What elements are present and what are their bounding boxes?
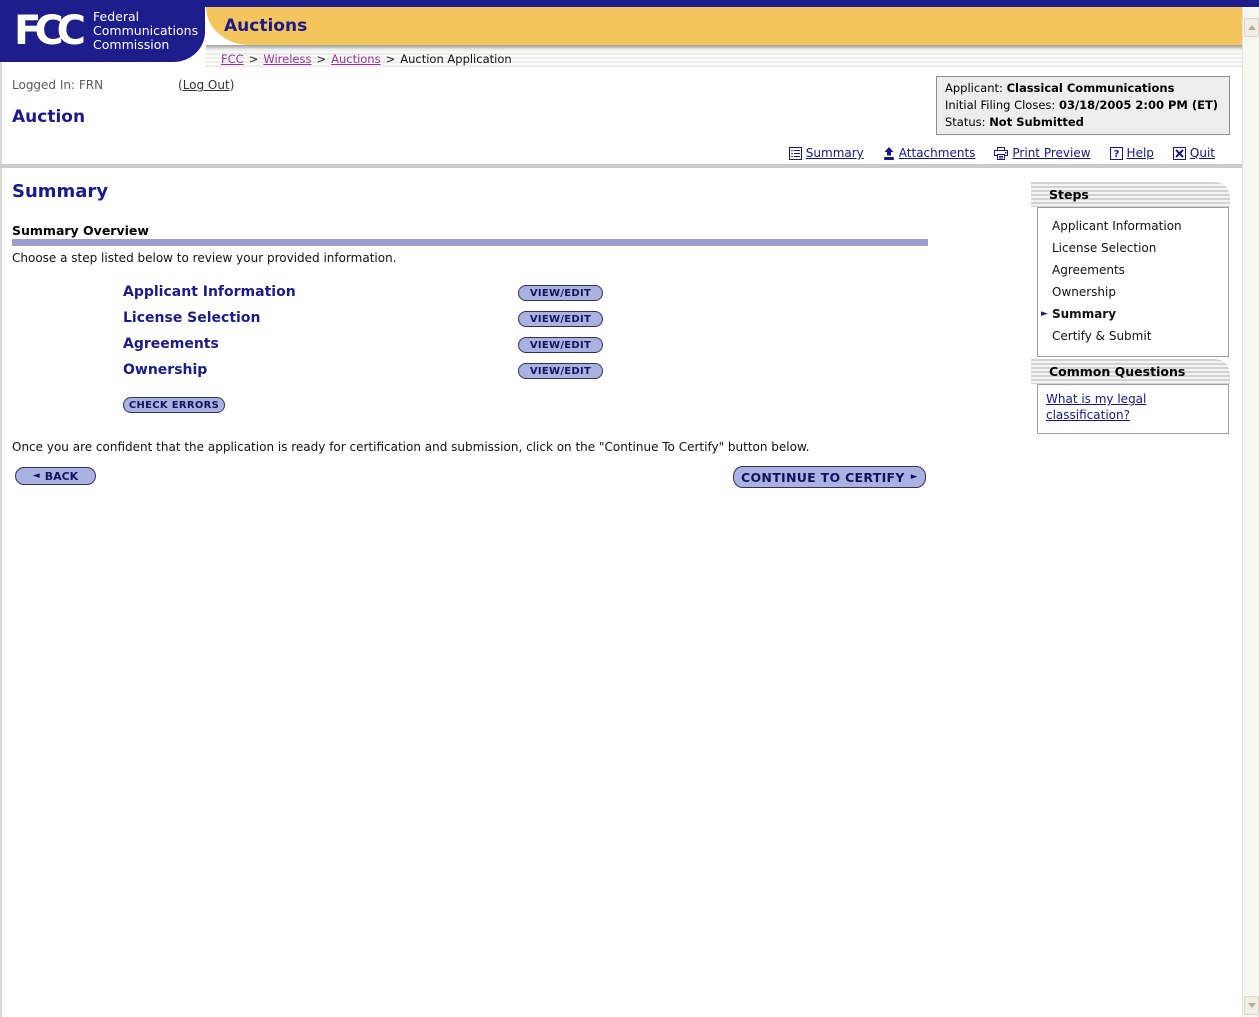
logout: (Log Out) [178,78,235,92]
current-step-arrow-icon: ► [1041,309,1048,319]
back-button[interactable]: ◄ BACK [15,467,96,485]
filing-closes-row: Initial Filing Closes: 03/18/2005 2:00 P… [945,98,1219,112]
scroll-down-button[interactable] [1244,996,1259,1015]
section-rule [12,239,928,246]
legal-classification-link[interactable]: What is my legal classification? [1046,392,1146,422]
breadcrumb-separator: > [248,51,259,66]
toolbar: Summary Attachments Print Preview ? Help… [788,146,1215,160]
toolbar-print-preview[interactable]: Print Preview [994,146,1091,160]
page-title: Summary [12,181,109,202]
section-title: Auction [12,107,86,127]
scroll-up-button[interactable] [1244,18,1259,37]
steps-item-agreements: Agreements [1052,263,1125,277]
breadcrumb-link-fcc[interactable]: FCC [221,52,244,66]
toolbar-help[interactable]: ? Help [1109,146,1154,160]
help-icon: ? [1109,146,1123,160]
applicant-row: Applicant: Classical Communications [945,81,1175,95]
common-questions-panel: Common Questions What is my legal classi… [1031,359,1230,434]
scroll-down-icon [1247,1003,1256,1008]
steps-item-certify-submit: Certify & Submit [1052,329,1152,343]
attachments-icon [883,146,895,160]
view-edit-applicant-information-button[interactable]: VIEW/EDIT [518,285,603,301]
app-title: Auctions [224,16,308,36]
frame-left-border [0,62,2,1017]
breadcrumb-link-wireless[interactable]: Wireless [263,52,311,66]
breadcrumb-link-auctions[interactable]: Auctions [331,52,381,66]
toolbar-attachments[interactable]: Attachments [883,146,975,160]
view-edit-ownership-button[interactable]: VIEW/EDIT [518,363,603,379]
auction-application-page: Auctions FCC > Wireless > Auctions > Auc… [0,0,1259,1017]
breadcrumb-separator: > [385,51,396,66]
common-questions-body: What is my legal classification? [1037,384,1229,434]
view-edit-license-selection-button[interactable]: VIEW/EDIT [518,311,603,327]
fcc-logo-icon: FCC [14,8,86,54]
steps-item-applicant-information: Applicant Information [1052,219,1182,233]
logged-in-label: Logged In: FRN [12,78,104,92]
continue-arrow-icon: ► [910,471,918,482]
status-row: Status: Not Submitted [945,115,1084,129]
view-edit-agreements-button[interactable]: VIEW/EDIT [518,337,603,353]
instruction-text: Choose a step listed below to review you… [12,251,397,265]
step-label-license-selection: License Selection [123,310,261,326]
gold-header-bar: Auctions [206,7,1242,45]
printer-icon [994,146,1009,160]
steps-panel: Steps Applicant Information License Sele… [1031,182,1230,357]
continue-to-certify-button[interactable]: CONTINUE TO CERTIFY ► [733,466,926,488]
breadcrumb-current: Auction Application [400,51,512,66]
toolbar-divider [0,164,1242,168]
svg-text:?: ? [1113,149,1119,160]
summary-list-icon [788,146,802,160]
steps-panel-body: Applicant Information License Selection … [1037,207,1229,357]
back-arrow-icon: ◄ [32,470,40,481]
filing-close-datetime: 03/18/2005 2:00 PM (ET) [1058,98,1219,112]
certify-instruction-text: Once you are confident that the applicat… [12,440,810,454]
vertical-scrollbar[interactable] [1242,7,1259,1017]
common-questions-title: Common Questions [1031,359,1230,384]
logout-link[interactable]: Log Out [183,78,230,92]
step-label-agreements: Agreements [123,336,219,352]
breadcrumb: FCC > Wireless > Auctions > Auction Appl… [205,49,1242,68]
breadcrumb-separator: > [316,51,327,66]
applicant-name: Classical Communications [1006,81,1175,95]
applicant-info-box: Applicant: Classical Communications Init… [936,76,1230,135]
steps-panel-title: Steps [1031,182,1230,207]
step-label-ownership: Ownership [123,362,208,378]
quit-icon [1172,146,1186,160]
toolbar-summary[interactable]: Summary [788,146,864,160]
steps-item-summary-current: ► Summary [1041,307,1117,321]
summary-overview-heading: Summary Overview [12,223,149,238]
status-value: Not Submitted [989,115,1084,129]
check-errors-button[interactable]: CHECK ERRORS [123,397,225,413]
fcc-logo-text: Federal Communications Commission [93,9,199,52]
toolbar-quit[interactable]: Quit [1172,146,1215,160]
step-label-applicant-information: Applicant Information [123,284,296,300]
steps-item-license-selection: License Selection [1052,241,1157,255]
fcc-logo: FCC Federal Communications Commission [0,0,205,62]
steps-item-ownership: Ownership [1052,285,1116,299]
scroll-up-icon [1247,25,1256,30]
